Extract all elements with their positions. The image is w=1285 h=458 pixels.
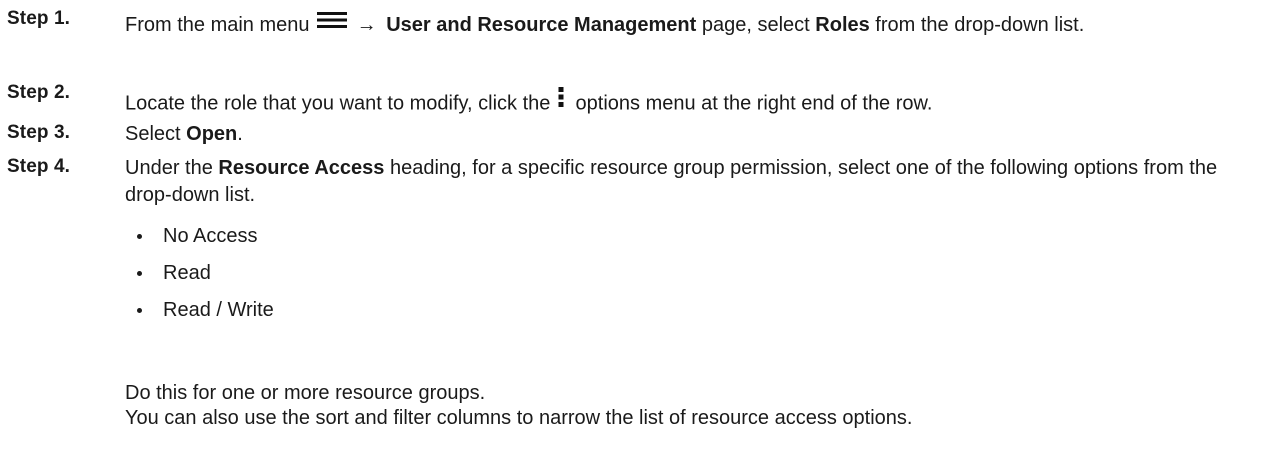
step-text-segment: From the main menu <box>125 14 316 36</box>
heading-label: Resource Access <box>218 157 385 179</box>
step-text: Under the Resource Access heading, for a… <box>125 155 1260 209</box>
arrow-symbol: → <box>356 14 377 36</box>
step-note: You can also use the sort and filter col… <box>125 407 913 429</box>
step-text-segment: from the drop-down list. <box>869 14 1085 36</box>
step-text-segment: page, select <box>696 14 816 36</box>
list-item-label: Read <box>163 262 211 284</box>
hamburger-menu-icon <box>317 10 348 37</box>
bullet-icon <box>137 308 142 313</box>
list-item: No Access <box>125 222 725 259</box>
step-text: From the main menu → User and Resource M… <box>125 12 1235 39</box>
list-item-label: Read / Write <box>163 299 274 321</box>
menu-path-label: User and Resource Management <box>386 14 697 36</box>
step-note: Do this for one or more resource groups. <box>125 382 486 404</box>
step-text-segment: . <box>237 123 243 145</box>
bullet-icon <box>137 234 142 239</box>
procedure-document: Step 1. From the main menu → User and Re… <box>0 0 1285 458</box>
list-item: Read / Write <box>125 296 725 333</box>
step-label: Step 3. <box>7 122 70 143</box>
step-text: Locate the role that you want to modify,… <box>125 87 1255 118</box>
access-options-list: No Access Read Read / Write <box>125 222 725 333</box>
list-item: Read <box>125 259 725 296</box>
step-label: Step 1. <box>7 8 70 29</box>
more-vertical-icon <box>558 87 564 115</box>
bullet-icon <box>137 271 142 276</box>
step-label: Step 4. <box>7 156 70 177</box>
step-text: Select Open. <box>125 121 1255 148</box>
step-text-segment: Under the <box>125 157 219 179</box>
step-text-segment: Locate the role that you want to modify,… <box>125 92 556 115</box>
step-text-segment: Select <box>125 123 187 145</box>
step-text-segment: options menu at the right end of the row… <box>569 92 933 115</box>
option-label: Open <box>186 123 238 145</box>
list-item-label: No Access <box>163 225 258 247</box>
menu-option-label: Roles <box>815 14 870 36</box>
step-label: Step 2. <box>7 82 70 103</box>
